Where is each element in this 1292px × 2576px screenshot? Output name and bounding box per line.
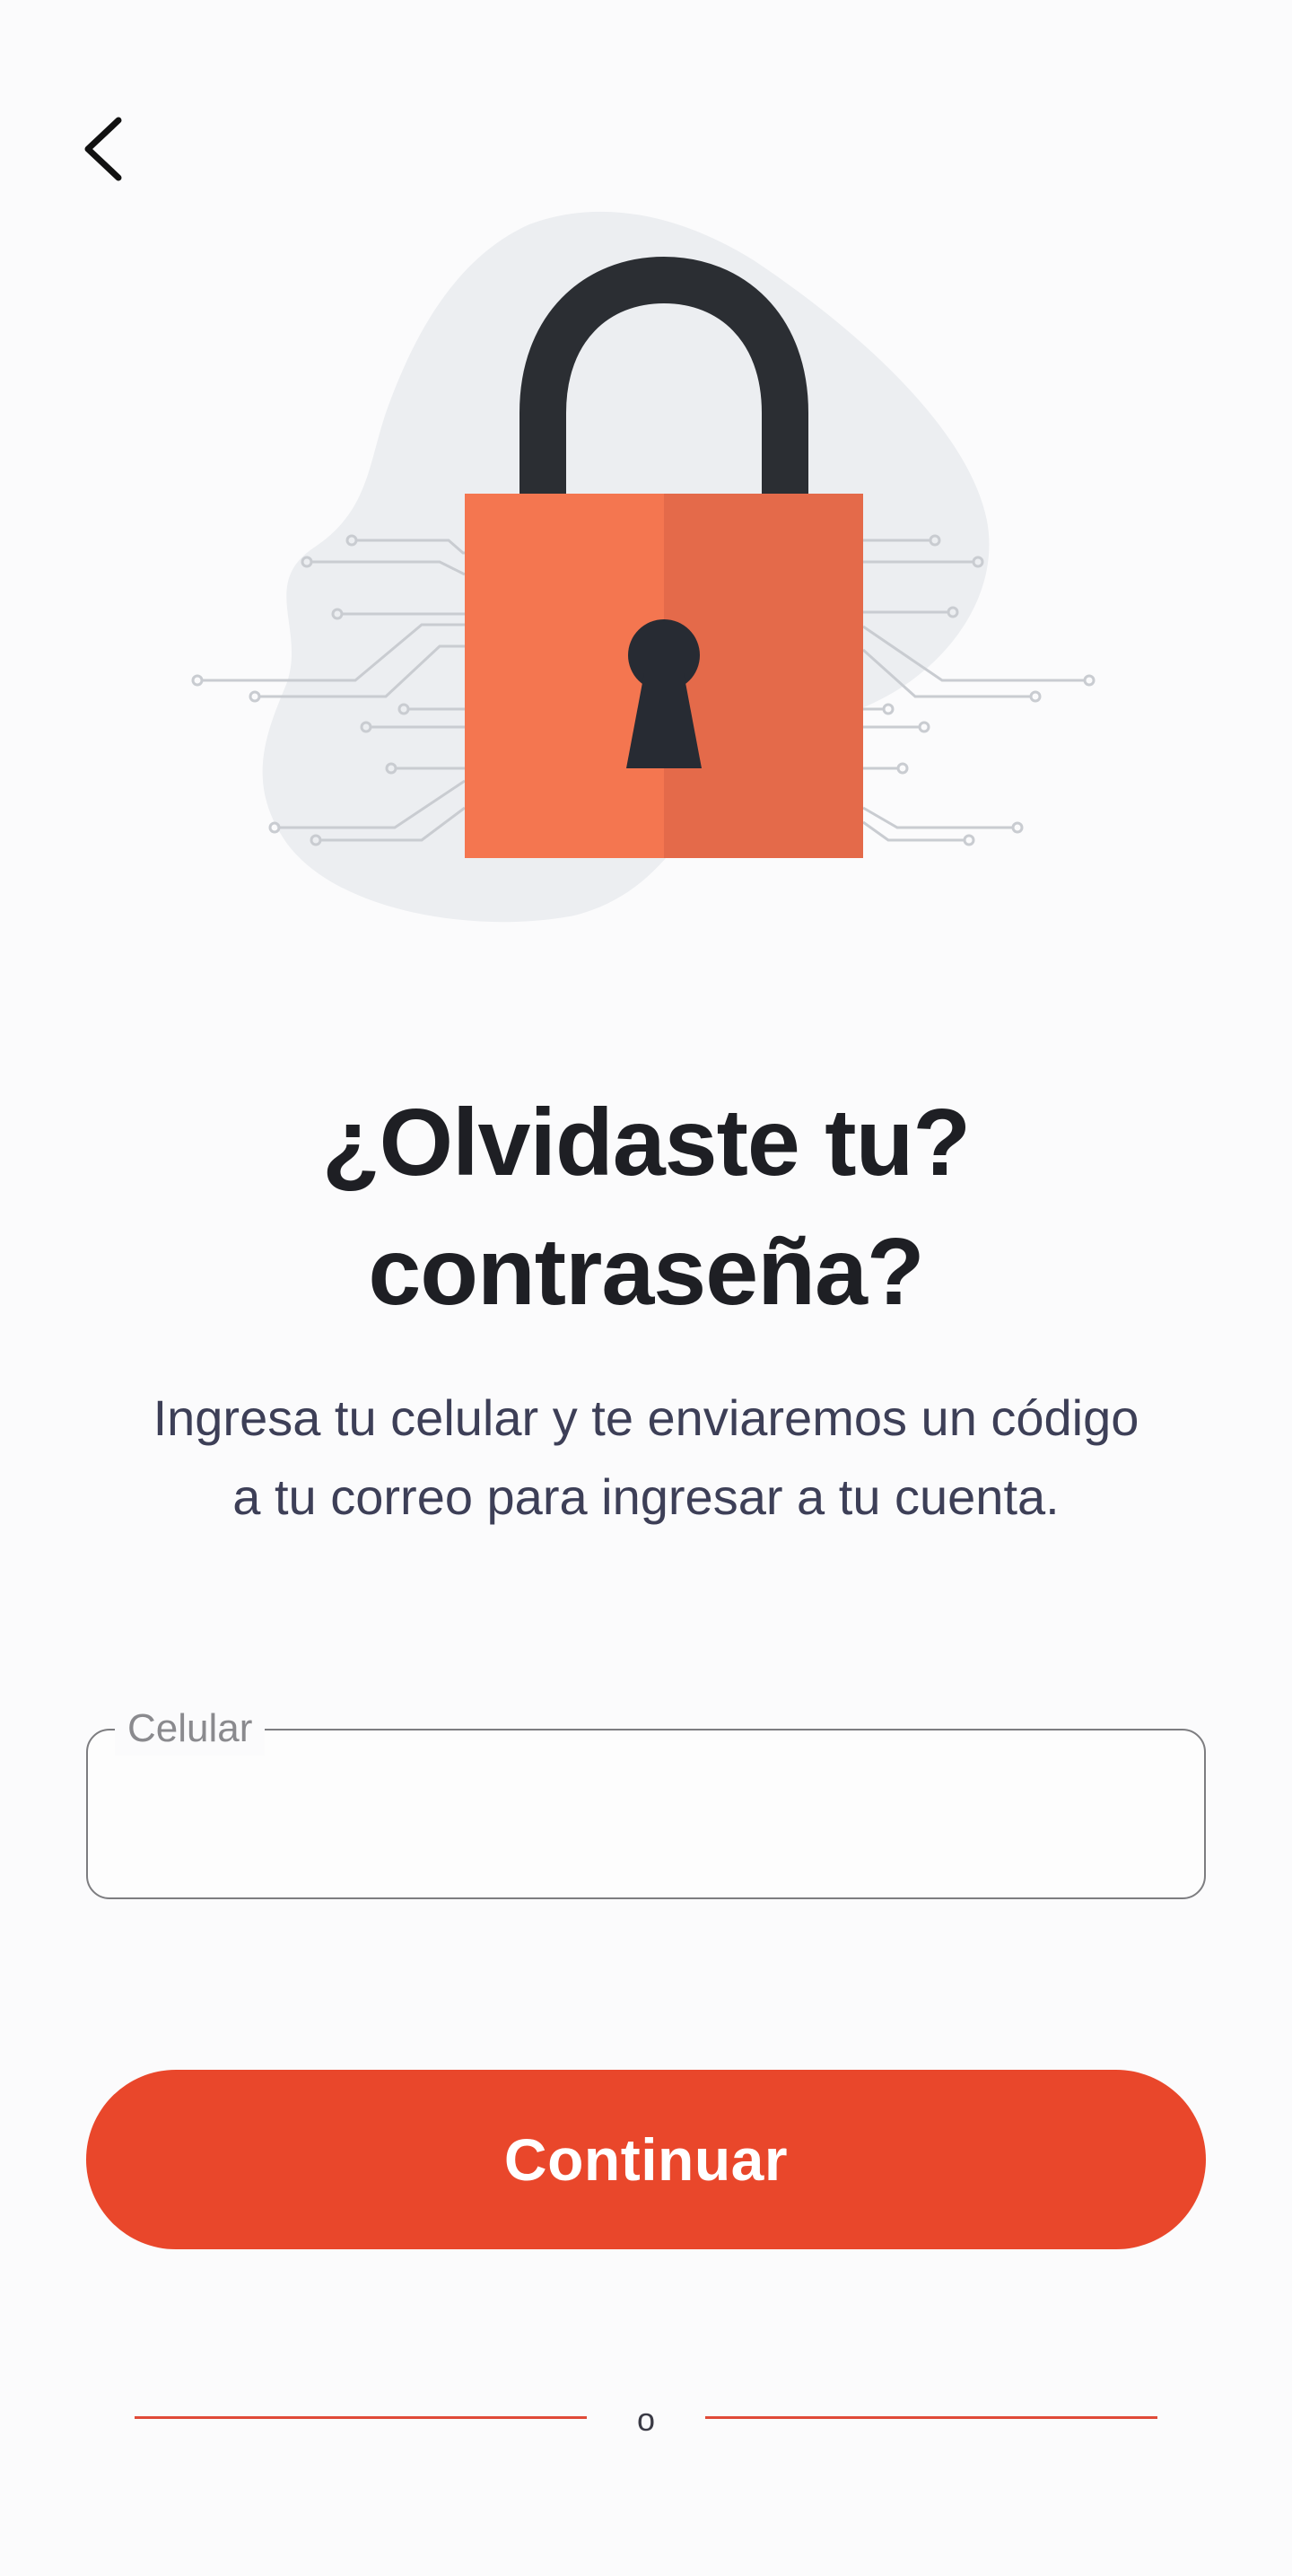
page-title-line-2: contraseña? (368, 1219, 924, 1326)
divider-line-right (705, 2416, 1157, 2419)
back-button[interactable] (72, 108, 136, 190)
phone-field-label: Celular (115, 1702, 266, 1756)
phone-field[interactable]: Celular (86, 1702, 1206, 1899)
divider-text: o (636, 2401, 656, 2438)
chevron-left-icon (84, 117, 122, 181)
lock-body-shade (664, 494, 863, 858)
padlock-icon (191, 211, 1096, 923)
divider-line-left (135, 2416, 587, 2419)
page-title-line-1: ¿Olvidaste tu? (321, 1090, 971, 1196)
phone-input[interactable] (127, 1775, 1163, 1858)
page-subtitle: Ingresa tu celular y te enviaremos un có… (153, 1389, 1139, 1525)
lock-body (465, 494, 664, 858)
lock-illustration (179, 197, 1113, 969)
page-title: ¿Olvidaste tu? contraseña? (0, 1078, 1292, 1336)
continue-button[interactable]: Continuar (86, 2070, 1206, 2249)
